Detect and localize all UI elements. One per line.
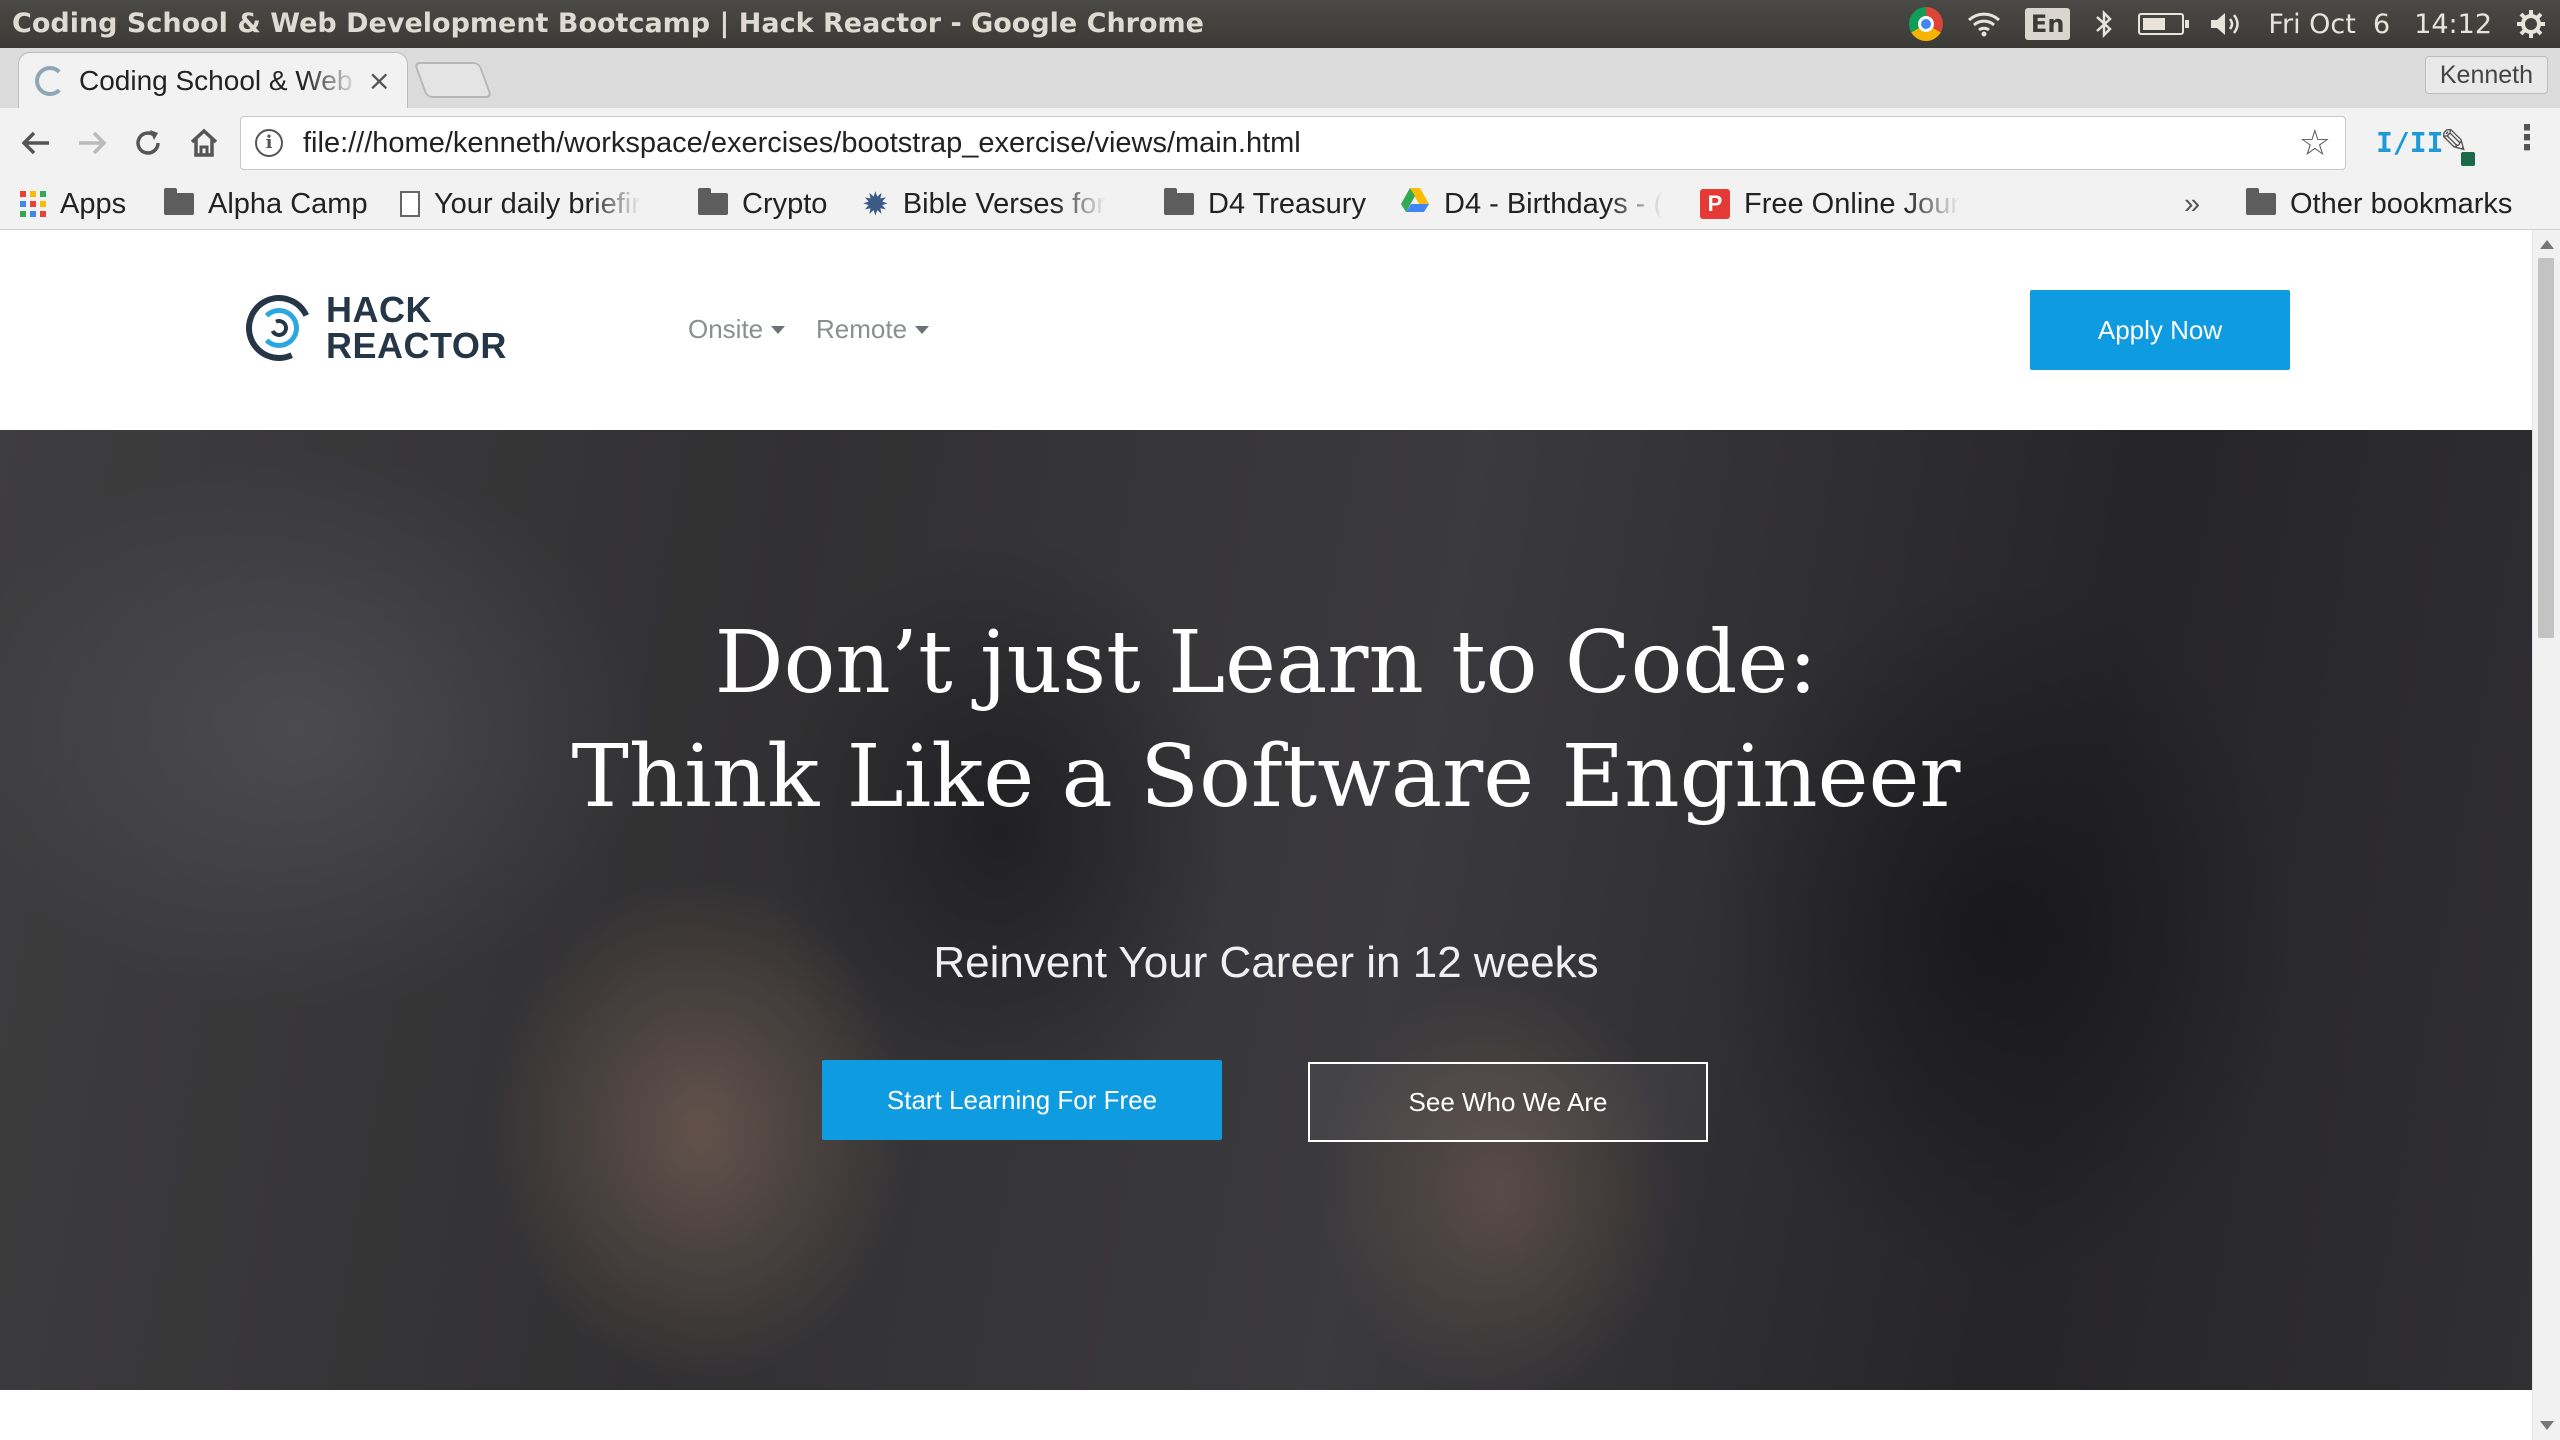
os-top-panel: Coding School & Web Development Bootcamp…	[0, 0, 2560, 48]
hack-reactor-favicon-icon	[35, 65, 65, 96]
close-icon[interactable]: ×	[368, 64, 391, 97]
bookmarks-bar: Apps Alpha Camp Your daily briefir Crypt…	[0, 178, 2560, 230]
url-text[interactable]: file:///home/kenneth/workspace/exercises…	[303, 127, 2345, 160]
bookmark-label: Bible Verses for	[902, 187, 1106, 220]
bookmark-free-online[interactable]: P Free Online Jour	[1700, 178, 1960, 230]
language-label: En	[2024, 8, 2071, 40]
bookmark-d4-treasury[interactable]: D4 Treasury	[1164, 178, 1366, 230]
apply-now-button[interactable]: Apply Now	[2030, 290, 2290, 370]
scroll-down-arrow-icon[interactable]	[2540, 1421, 2554, 1430]
bookmark-label: Apps	[60, 187, 127, 220]
bookmark-bible-verses[interactable]: ✹ Bible Verses for	[862, 178, 1106, 230]
eyedropper-extension-icon[interactable]: ✎	[2440, 122, 2475, 166]
bluetooth-icon[interactable]	[2094, 0, 2114, 48]
hack-reactor-logo[interactable]: HACK REACTOR	[236, 285, 507, 371]
battery-icon[interactable]	[2138, 0, 2190, 48]
folder-icon	[164, 188, 194, 215]
gear-icon[interactable]	[2516, 0, 2546, 48]
hero-title-line-2: Think Like a Software Engineer	[571, 727, 1961, 827]
sun-icon: ✹	[862, 186, 889, 222]
info-icon[interactable]: i	[255, 129, 283, 157]
bookmark-label: Crypto	[742, 187, 828, 220]
address-bar[interactable]: i file:///home/kenneth/workspace/exercis…	[240, 116, 2346, 170]
bookmark-label: D4 - Birthdays - (	[1444, 187, 1664, 220]
home-icon[interactable]	[176, 108, 232, 178]
extension-icon[interactable]: I/II	[2376, 126, 2443, 159]
hero-title: Don’t just Learn to Code: Think Like a S…	[0, 606, 2532, 834]
star-icon[interactable]: ☆	[2299, 123, 2331, 164]
hack-reactor-logo-icon	[236, 285, 322, 371]
journal-app-icon: P	[1700, 189, 1730, 219]
scrollbar-thumb[interactable]	[2538, 258, 2554, 638]
system-indicators: En Fri Oct 6 14:12	[1908, 0, 2546, 48]
tab-strip: Coding School & Web Development Bootcamp…	[0, 48, 2560, 108]
forward-arrow-icon[interactable]	[64, 108, 120, 178]
back-arrow-icon[interactable]	[8, 108, 64, 178]
nav-remote-dropdown[interactable]: Remote	[816, 314, 930, 345]
logo-text: HACK REACTOR	[326, 292, 507, 364]
folder-icon	[2246, 188, 2276, 215]
language-indicator[interactable]: En	[2024, 0, 2071, 48]
bookmark-other[interactable]: Other bookmarks	[2246, 178, 2512, 230]
folder-icon	[1164, 188, 1194, 215]
more-menu-icon[interactable]: ⋮	[2510, 118, 2544, 158]
hero-subtitle: Reinvent Your Career in 12 weeks	[933, 938, 1599, 987]
bookmark-label: Free Online Jour	[1744, 187, 1960, 220]
folder-icon	[698, 188, 728, 215]
bookmark-label: Your daily briefir	[434, 187, 641, 220]
apps-grid-icon	[20, 191, 46, 217]
hero-section: Don’t just Learn to Code: Think Like a S…	[0, 430, 2532, 1390]
bookmark-label: Other bookmarks	[2290, 187, 2513, 220]
page-viewport: HACK REACTOR Onsite Remote Apply Now Don…	[0, 230, 2560, 1440]
logo-line-1: HACK	[326, 289, 432, 330]
chrome-tray-icon[interactable]	[1908, 0, 1943, 48]
bookmark-alpha-camp[interactable]: Alpha Camp	[164, 178, 368, 230]
date-indicator[interactable]: Fri Oct 6	[2268, 0, 2390, 48]
browser-toolbar: i file:///home/kenneth/workspace/exercis…	[0, 108, 2560, 178]
caret-down-icon	[771, 325, 786, 334]
see-who-we-are-button[interactable]: See Who We Are	[1308, 1062, 1708, 1142]
bookmark-label: D4 Treasury	[1208, 187, 1366, 220]
bookmarks-overflow-button[interactable]: »	[2184, 178, 2200, 230]
google-drive-icon	[1400, 187, 1430, 221]
reload-icon[interactable]	[120, 108, 176, 178]
scroll-up-arrow-icon[interactable]	[2540, 240, 2554, 249]
bookmark-apps[interactable]: Apps	[20, 178, 126, 230]
browser-tab[interactable]: Coding School & Web Development Bootcamp…	[18, 52, 408, 108]
caret-down-icon	[915, 325, 930, 334]
bookmark-label: Alpha Camp	[208, 187, 368, 220]
site-navbar: HACK REACTOR Onsite Remote Apply Now	[0, 230, 2532, 430]
bookmark-crypto[interactable]: Crypto	[698, 178, 827, 230]
wifi-icon[interactable]	[1967, 0, 2001, 48]
logo-line-2: REACTOR	[326, 325, 507, 366]
bookmark-daily-briefing[interactable]: Your daily briefir	[400, 178, 641, 230]
start-learning-button[interactable]: Start Learning For Free	[822, 1060, 1222, 1140]
clock[interactable]: 14:12	[2414, 0, 2492, 48]
volume-icon[interactable]	[2208, 0, 2244, 48]
profile-button[interactable]: Kenneth	[2424, 56, 2548, 94]
nav-onsite-label: Onsite	[688, 314, 764, 344]
hero-title-line-1: Don’t just Learn to Code:	[714, 613, 1818, 713]
new-tab-button[interactable]	[413, 62, 493, 98]
page-scrollbar[interactable]	[2532, 230, 2560, 1440]
page-icon	[400, 191, 420, 217]
bookmark-d4-birthdays[interactable]: D4 - Birthdays - (	[1400, 178, 1663, 230]
window-title: Coding School & Web Development Bootcamp…	[12, 8, 1204, 39]
tab-title: Coding School & Web Development Bootcamp…	[79, 64, 360, 96]
nav-onsite-dropdown[interactable]: Onsite	[688, 314, 786, 345]
nav-remote-label: Remote	[816, 314, 908, 344]
